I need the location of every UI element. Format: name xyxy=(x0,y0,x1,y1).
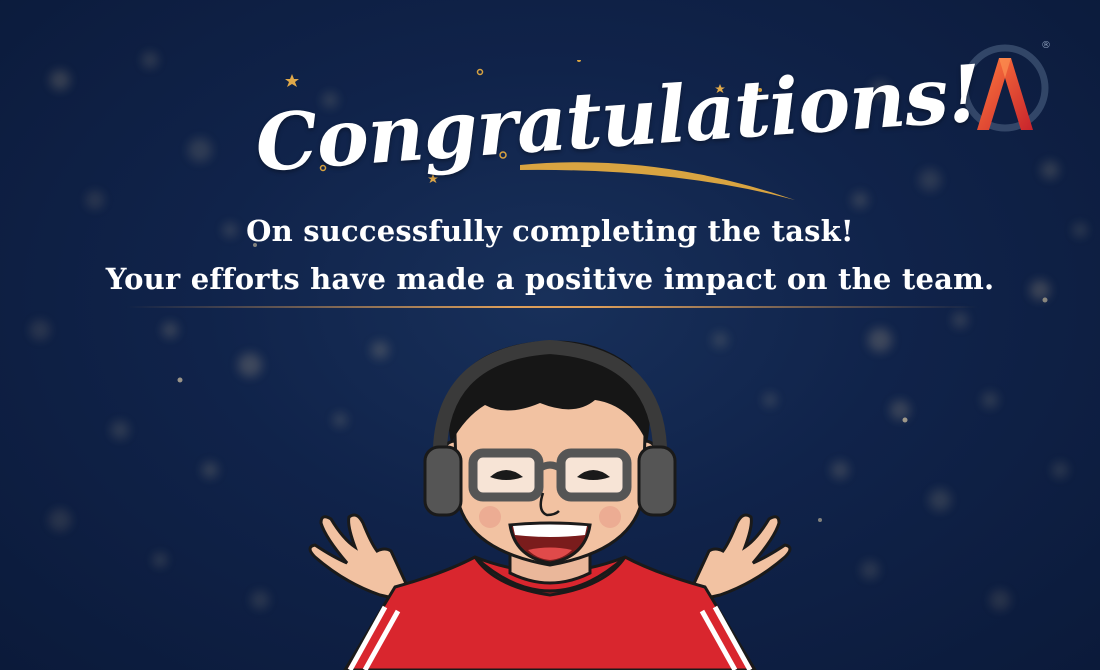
cartoon-avatar-icon xyxy=(308,339,792,670)
gold-divider-line xyxy=(125,306,980,308)
title-area: Congratulations! xyxy=(253,48,984,210)
registered-mark: ® xyxy=(1041,40,1051,51)
impact-message: Your efforts have made a positive impact… xyxy=(105,262,995,296)
completion-message: On successfully completing the task! xyxy=(246,214,854,248)
congratulations-card: ® Congratulations! On successfully compl… xyxy=(0,0,1100,670)
